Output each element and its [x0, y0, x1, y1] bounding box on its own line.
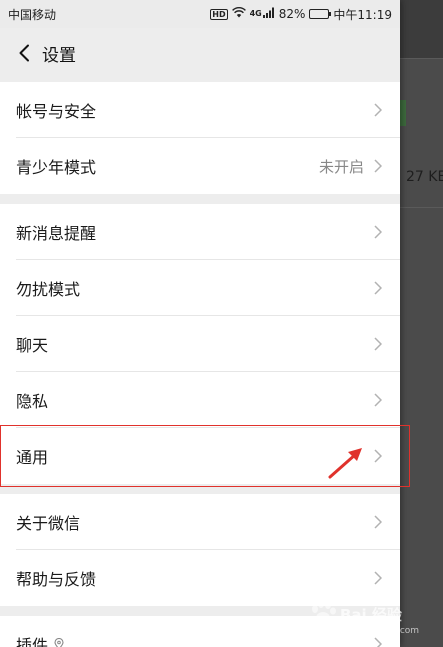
- settings-row-general[interactable]: 通用: [0, 428, 400, 484]
- chevron-right-icon: [374, 336, 384, 352]
- location-pin-icon: [54, 638, 64, 647]
- chevron-right-icon: [374, 392, 384, 408]
- background-divider: [400, 58, 443, 59]
- row-label: 通用: [16, 448, 49, 467]
- chevron-right-icon: [374, 102, 384, 118]
- carrier-name: 中国移动: [8, 7, 57, 22]
- battery-icon: [309, 9, 332, 19]
- settings-group-account: 帐号与安全 青少年模式 未开启: [0, 82, 400, 194]
- chevron-right-icon: [374, 514, 384, 530]
- status-bar: 中国移动 HD 4G 82% 中午11:19: [0, 0, 400, 28]
- settings-row-chat[interactable]: 聊天: [0, 316, 400, 372]
- status-icons: HD 4G 82% 中午11:19: [210, 6, 392, 23]
- baidu-watermark: Bai 经验 jingyan.baidu.com: [300, 590, 443, 647]
- settings-row-about-wechat[interactable]: 关于微信: [0, 494, 400, 550]
- settings-group-general: 新消息提醒 勿扰模式 聊天 隐私 通用: [0, 204, 400, 484]
- background-app-header: [400, 0, 443, 58]
- row-label: 勿扰模式: [16, 280, 81, 299]
- chevron-right-icon: [374, 158, 384, 174]
- chevron-left-icon: [19, 44, 29, 62]
- network-type: 4G: [249, 8, 262, 18]
- background-green-strip: [400, 100, 406, 126]
- background-file-size-text: 27 KE: [406, 169, 443, 185]
- wifi-icon: [231, 7, 246, 21]
- settings-row-notifications[interactable]: 新消息提醒: [0, 204, 400, 260]
- settings-panel: 中国移动 HD 4G 82% 中午11:19 设置 帐号与安全 青少年模式 未开…: [0, 0, 400, 647]
- settings-row-account-security[interactable]: 帐号与安全: [0, 82, 400, 138]
- row-label: 新消息提醒: [16, 224, 97, 243]
- chevron-right-icon: [374, 280, 384, 296]
- group-gap: [0, 194, 400, 204]
- chevron-right-icon: [374, 224, 384, 240]
- row-label: 青少年模式: [16, 158, 97, 177]
- watermark-url: jingyan.baidu.com: [336, 626, 420, 636]
- watermark-text: Bai 经验: [340, 606, 402, 624]
- chevron-right-icon: [374, 448, 384, 464]
- group-gap: [0, 484, 400, 494]
- settings-row-privacy[interactable]: 隐私: [0, 372, 400, 428]
- row-label: 帐号与安全: [16, 102, 97, 121]
- back-button[interactable]: [12, 41, 36, 65]
- settings-row-do-not-disturb[interactable]: 勿扰模式: [0, 260, 400, 316]
- hd-icon: HD: [210, 8, 228, 20]
- background-app: 27 KE: [400, 0, 443, 647]
- row-label: 聊天: [16, 336, 49, 355]
- page-title: 设置: [42, 45, 76, 66]
- background-divider: [400, 207, 443, 208]
- paw-logo-icon: [312, 600, 336, 624]
- chevron-right-icon: [374, 570, 384, 586]
- nav-bar: 设置: [0, 28, 400, 78]
- settings-row-teen-mode[interactable]: 青少年模式 未开启: [0, 138, 400, 194]
- battery-percent: 82%: [278, 7, 306, 21]
- clock: 中午11:19: [333, 7, 392, 22]
- teen-mode-status: 未开启: [318, 157, 364, 176]
- row-label: 关于微信: [16, 514, 81, 533]
- row-label: 隐私: [16, 392, 49, 411]
- row-label: 帮助与反馈: [16, 570, 97, 589]
- plugins-label: 插件: [16, 636, 49, 647]
- signal-icon: [262, 7, 275, 21]
